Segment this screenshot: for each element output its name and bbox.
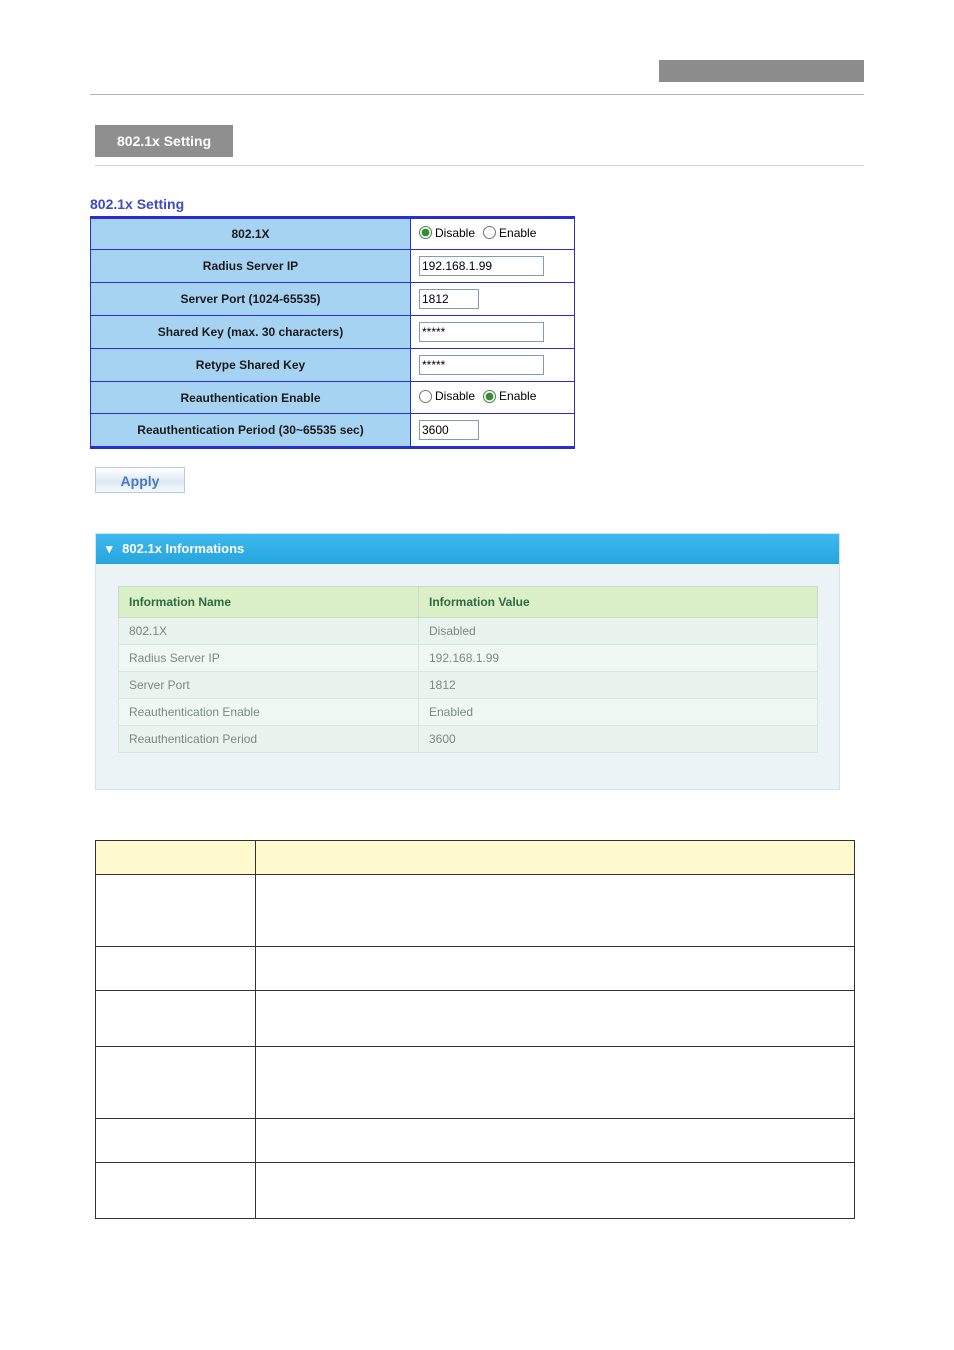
setting-value-cell: Disable Enable [411, 382, 575, 414]
settings-table: 802.1X Disable Enable Radius Server IPServe… [90, 216, 575, 449]
desc-cell [96, 1163, 256, 1219]
section-tab-header: 802.1x Setting [95, 125, 864, 157]
divider [95, 165, 864, 166]
desc-cell [256, 1047, 855, 1119]
desc-cell [256, 947, 855, 991]
desc-cell [256, 875, 855, 947]
info-panel: ▾ 802.1x Informations Information Name I… [95, 533, 840, 790]
info-row: Reauthentication Period3600 [119, 726, 818, 753]
desc-row [96, 947, 855, 991]
info-panel-header[interactable]: ▾ 802.1x Informations [96, 534, 839, 564]
info-col-value: Information Value [419, 587, 818, 618]
info-row: Radius Server IP192.168.1.99 [119, 645, 818, 672]
info-value: Disabled [419, 618, 818, 645]
info-panel-title: 802.1x Informations [122, 541, 244, 556]
desc-row [96, 991, 855, 1047]
desc-row [96, 1119, 855, 1163]
info-col-name: Information Name [119, 587, 419, 618]
setting-label: Shared Key (max. 30 characters) [91, 316, 411, 349]
text-input[interactable] [419, 256, 544, 276]
info-row: Reauthentication EnableEnabled [119, 699, 818, 726]
setting-label: Reauthentication Period (30~65535 sec) [91, 414, 411, 448]
setting-value-cell [411, 283, 575, 316]
desc-cell [96, 1047, 256, 1119]
setting-label: Radius Server IP [91, 250, 411, 283]
radio-label: Disable [435, 226, 475, 240]
info-row: Server Port1812 [119, 672, 818, 699]
top-bar [90, 60, 864, 90]
top-bar-accent [659, 60, 864, 82]
info-value: Enabled [419, 699, 818, 726]
desc-cell [256, 1163, 855, 1219]
setting-value-cell [411, 414, 575, 448]
radio-input[interactable] [483, 390, 496, 403]
setting-value-cell [411, 349, 575, 382]
chevron-down-icon: ▾ [106, 541, 113, 557]
section-tab: 802.1x Setting [95, 125, 233, 157]
setting-label: 802.1X [91, 218, 411, 250]
desc-cell [256, 991, 855, 1047]
info-table: Information Name Information Value 802.1… [118, 586, 818, 753]
radio-option-enable[interactable]: Enable [483, 389, 536, 403]
desc-header-1 [96, 841, 256, 875]
radio-option-enable[interactable]: Enable [483, 226, 536, 240]
radio-input[interactable] [419, 226, 432, 239]
radio-label: Enable [499, 389, 536, 403]
desc-cell [96, 991, 256, 1047]
radio-label: Enable [499, 226, 536, 240]
radio-input[interactable] [419, 390, 432, 403]
radio-input[interactable] [483, 226, 496, 239]
text-input[interactable] [419, 420, 479, 440]
desc-cell [96, 947, 256, 991]
text-input[interactable] [419, 289, 479, 309]
info-name: Radius Server IP [119, 645, 419, 672]
desc-cell [256, 1119, 855, 1163]
setting-value-cell [411, 250, 575, 283]
description-table [95, 840, 855, 1219]
desc-row [96, 1047, 855, 1119]
setting-label: Server Port (1024-65535) [91, 283, 411, 316]
divider [90, 94, 864, 95]
info-row: 802.1XDisabled [119, 618, 818, 645]
info-name: Reauthentication Enable [119, 699, 419, 726]
radio-label: Disable [435, 389, 475, 403]
apply-button[interactable]: Apply [95, 467, 185, 493]
desc-cell [96, 875, 256, 947]
password-input[interactable] [419, 355, 544, 375]
info-value: 192.168.1.99 [419, 645, 818, 672]
radio-option-disable[interactable]: Disable [419, 389, 475, 403]
info-value: 3600 [419, 726, 818, 753]
info-name: Server Port [119, 672, 419, 699]
setting-label: Reauthentication Enable [91, 382, 411, 414]
setting-value-cell [411, 316, 575, 349]
settings-title: 802.1x Setting [90, 196, 954, 212]
setting-label: Retype Shared Key [91, 349, 411, 382]
setting-value-cell: Disable Enable [411, 218, 575, 250]
info-value: 1812 [419, 672, 818, 699]
desc-cell [96, 1119, 256, 1163]
info-name: Reauthentication Period [119, 726, 419, 753]
desc-header-2 [256, 841, 855, 875]
desc-row [96, 875, 855, 947]
info-name: 802.1X [119, 618, 419, 645]
password-input[interactable] [419, 322, 544, 342]
radio-option-disable[interactable]: Disable [419, 226, 475, 240]
desc-row [96, 1163, 855, 1219]
